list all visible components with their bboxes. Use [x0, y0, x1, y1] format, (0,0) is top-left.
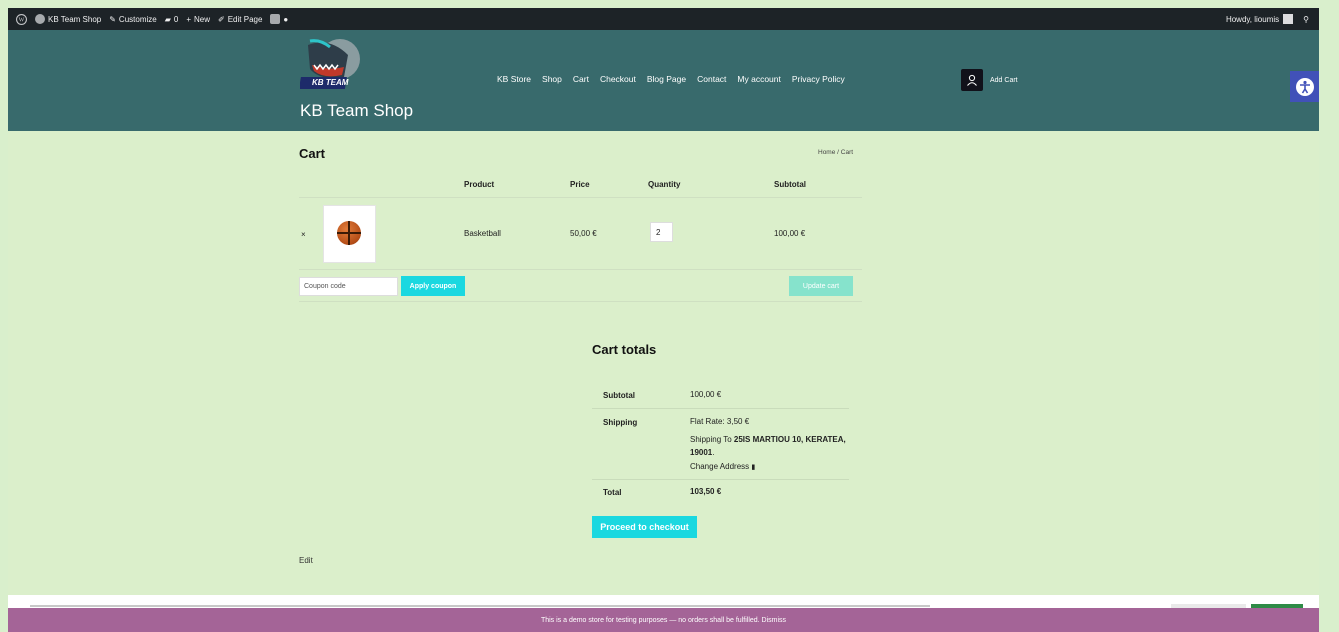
divider	[592, 408, 849, 409]
divider	[592, 479, 849, 480]
proceed-to-checkout-button[interactable]: Proceed to checkout	[592, 516, 697, 538]
edit-page-link[interactable]: ✐ Edit Page	[218, 15, 262, 24]
demo-store-notice[interactable]: This is a demo store for testing purpose…	[8, 608, 1319, 632]
total-label: Total	[603, 488, 622, 497]
account-icon[interactable]	[961, 69, 983, 91]
howdy-user[interactable]: Howdy, lioumis	[1226, 15, 1279, 24]
divider	[299, 301, 862, 302]
nav-item-privacy-policy[interactable]: Privacy Policy	[792, 74, 845, 84]
comment-icon: ▰	[164, 14, 171, 24]
plugin-menu-link[interactable]: ●	[270, 14, 288, 24]
product-subtotal: 100,00 €	[774, 229, 806, 238]
divider	[299, 197, 862, 198]
plus-icon: +	[186, 14, 191, 24]
edit-link[interactable]: Edit	[299, 556, 313, 565]
flat-rate: Flat Rate: 3,50 €	[690, 417, 750, 426]
nav-item-kb-store[interactable]: KB Store	[497, 74, 531, 84]
update-cart-button[interactable]: Update cart	[789, 276, 853, 296]
nav-item-cart[interactable]: Cart	[573, 74, 589, 84]
accessibility-icon[interactable]	[1290, 71, 1319, 102]
apply-coupon-button[interactable]: Apply coupon	[401, 276, 465, 296]
quantity-input[interactable]: 2	[650, 222, 673, 242]
status-dot-icon: ●	[283, 14, 289, 24]
basketball-image	[337, 221, 361, 245]
brush-icon: ✎	[109, 14, 116, 24]
nav-item-checkout[interactable]: Checkout	[600, 74, 636, 84]
page-title: Cart	[299, 146, 326, 161]
subtotal-label: Subtotal	[603, 391, 635, 400]
header-price: Price	[570, 180, 590, 189]
nav-item-blog-page[interactable]: Blog Page	[647, 74, 686, 84]
new-content-link[interactable]: + New	[186, 15, 210, 24]
customize-link[interactable]: ✎ Customize	[109, 15, 157, 24]
breadcrumb[interactable]: Home / Cart	[818, 149, 853, 156]
wp-admin-bar: W KB Team Shop ✎ Customize ▰ 0 + New ✐ E…	[8, 8, 1319, 30]
cart-totals-title: Cart totals	[592, 342, 657, 357]
browser-viewport: W KB Team Shop ✎ Customize ▰ 0 + New ✐ E…	[8, 8, 1319, 632]
add-cart-link[interactable]: Add Cart	[990, 77, 1018, 84]
comments-link[interactable]: ▰ 0	[165, 15, 179, 24]
total-value: 103,50 €	[690, 487, 722, 496]
wordpress-logo-icon[interactable]: W	[16, 13, 27, 25]
pencil-icon: ✐	[218, 14, 225, 24]
dashboard-icon	[35, 14, 45, 24]
site-title[interactable]: KB Team Shop	[300, 101, 413, 121]
site-name-link[interactable]: KB Team Shop	[35, 14, 101, 24]
logo-text: KB TEAM	[312, 78, 349, 87]
product-name[interactable]: Basketball	[464, 229, 501, 238]
main-nav: KB Store Shop Cart Checkout Blog Page Co…	[497, 74, 845, 84]
nav-item-contact[interactable]: Contact	[697, 74, 726, 84]
coupon-code-input[interactable]: Coupon code	[299, 277, 398, 296]
nav-item-shop[interactable]: Shop	[542, 74, 562, 84]
truck-icon: ▮	[751, 464, 756, 471]
avatar[interactable]	[1283, 14, 1294, 24]
header-subtotal: Subtotal	[774, 180, 806, 189]
header-product: Product	[464, 180, 495, 189]
cookie-text-line	[30, 605, 930, 607]
shipping-label: Shipping	[603, 418, 638, 427]
product-price: 50,00 €	[570, 229, 597, 238]
site-header: KB TEAM KB Team Shop KB Store Shop Cart …	[8, 30, 1319, 131]
change-address-link[interactable]: Change Address ▮	[690, 462, 755, 471]
product-thumbnail[interactable]	[323, 205, 376, 263]
search-icon[interactable]: ⚲	[1303, 15, 1309, 24]
shipping-destination: Shipping To 25IS MARTIOU 10, KERATEA, 19…	[690, 435, 846, 457]
header-quantity: Quantity	[648, 180, 681, 189]
nav-item-my-account[interactable]: My account	[737, 74, 780, 84]
subtotal-value: 100,00 €	[690, 390, 722, 399]
shark-logo-icon[interactable]: KB TEAM	[298, 37, 364, 97]
remove-item-button[interactable]: ×	[301, 230, 306, 239]
svg-text:W: W	[19, 17, 25, 23]
divider	[299, 269, 862, 270]
plugin-icon	[270, 14, 281, 24]
